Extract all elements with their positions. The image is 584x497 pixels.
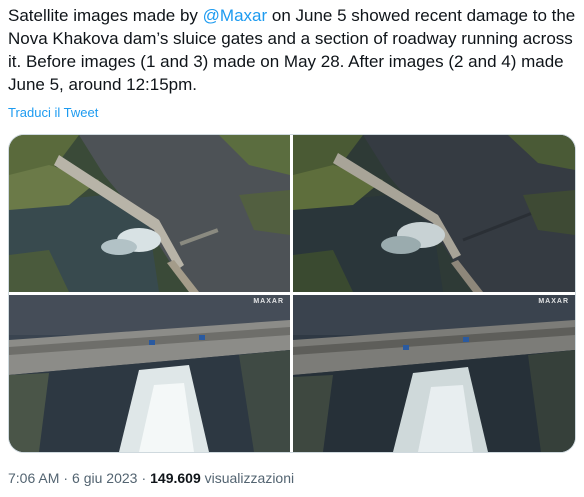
satellite-image-after-closeup[interactable]: MAXAR [293,295,575,452]
maxar-watermark-1: MAXAR [253,298,284,305]
maxar-watermark-2: MAXAR [538,298,569,305]
views-label: visualizzazioni [204,470,295,486]
translate-tweet-link[interactable]: Traduci il Tweet [8,105,98,120]
tweet-date[interactable]: 6 giu 2023 [72,470,137,486]
tweet-text-part1: Satellite images made by [8,6,203,25]
mention-link[interactable]: @Maxar [203,6,268,25]
meta-separator-2: · [141,470,147,486]
media-grid: MAXAR MAXAR [8,134,576,453]
tweet-timestamp[interactable]: 7:06 AM [8,470,59,486]
tweet-text: Satellite images made by @Maxar on June … [8,4,578,96]
satellite-image-before-closeup[interactable]: MAXAR [9,295,290,452]
tweet-meta: 7:06 AM · 6 giu 2023 · 149.609 visualizzazio… [8,470,294,486]
meta-separator: · [63,470,69,486]
satellite-image-before-wide[interactable] [9,135,290,292]
satellite-image-after-wide[interactable] [293,135,575,292]
views-count: 149.609 [150,470,201,486]
